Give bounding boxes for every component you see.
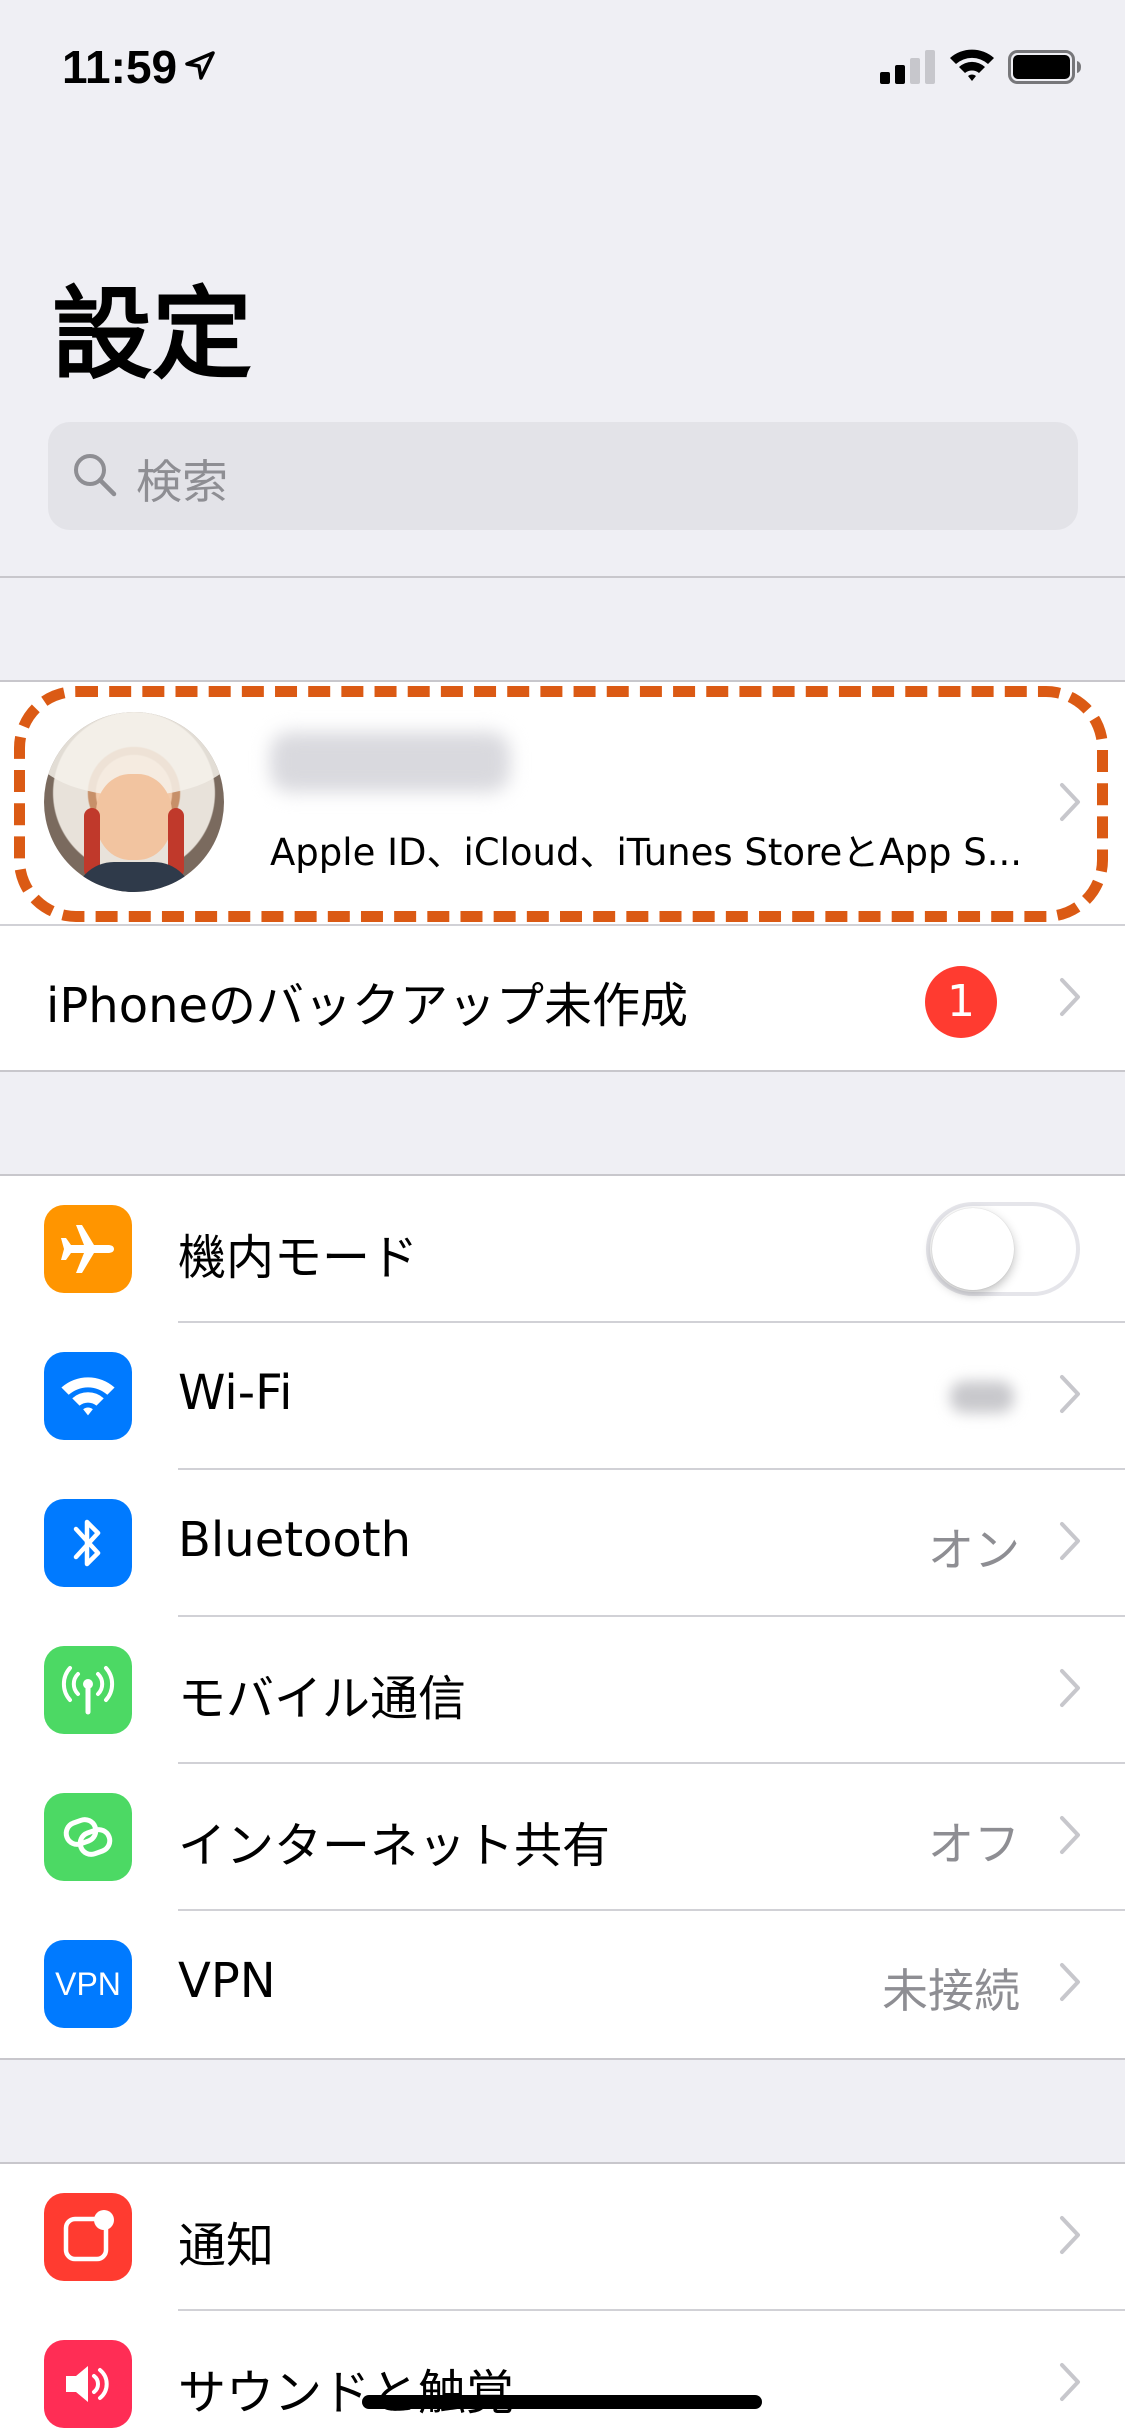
toggle-knob	[932, 1208, 1014, 1290]
backup-row[interactable]: iPhoneのバックアップ未作成 1	[0, 926, 1125, 1070]
battery-icon	[1008, 50, 1082, 88]
profile-subtitle: Apple ID、iCloud、iTunes StoreとApp S...	[270, 831, 1023, 874]
chevron-right-icon	[1059, 782, 1081, 826]
chevron-right-icon	[1059, 2215, 1081, 2259]
cellular-label: モバイル通信	[178, 1671, 467, 1727]
chevron-right-icon	[1059, 1668, 1081, 1712]
status-time: 11:59	[62, 41, 178, 93]
chevron-right-icon	[1059, 1962, 1081, 2006]
wifi-icon	[44, 1352, 132, 1440]
status-bar: 11:59	[0, 0, 1125, 140]
search-icon	[70, 450, 120, 504]
avatar	[44, 712, 224, 892]
divider	[0, 1070, 1125, 1072]
account-section: Apple ID、iCloud、iTunes StoreとApp S... iP…	[0, 682, 1125, 1070]
search-input[interactable]: 検索	[48, 422, 1078, 530]
chevron-right-icon	[1059, 1521, 1081, 1565]
divider	[0, 680, 1125, 682]
cellular-signal-icon	[880, 50, 936, 88]
vpn-icon-text: VPN	[55, 1965, 121, 2002]
profile-name-redacted	[270, 732, 510, 792]
speaker-icon	[44, 2340, 132, 2428]
bluetooth-icon	[44, 1499, 132, 1587]
airplane-icon	[44, 1205, 132, 1293]
chevron-right-icon	[1059, 1815, 1081, 1859]
cellular-row[interactable]: モバイル通信	[0, 1617, 1125, 1764]
notifications-icon	[44, 2193, 132, 2281]
divider	[0, 2058, 1125, 2060]
chevron-right-icon	[1059, 2362, 1081, 2406]
divider	[0, 576, 1125, 578]
vpn-label: VPN	[178, 1953, 276, 2009]
wifi-icon	[948, 46, 996, 88]
vpn-value: 未接続	[882, 1964, 1020, 2018]
wifi-network-redacted	[950, 1381, 1014, 1413]
location-arrow-icon	[184, 50, 216, 86]
airplane-mode-toggle[interactable]	[926, 1202, 1080, 1296]
chevron-right-icon	[1059, 1374, 1081, 1418]
vpn-row[interactable]: VPN VPN 未接続	[0, 1911, 1125, 2058]
connectivity-section: 機内モード Wi-Fi Bluetooth オン モバイル通信 インターネット共…	[0, 1176, 1125, 2058]
bluetooth-value: オン	[928, 1523, 1020, 1577]
hotspot-value: オフ	[928, 1817, 1020, 1871]
sounds-label: サウンドと触覚	[178, 2365, 515, 2421]
home-indicator[interactable]	[362, 2395, 762, 2409]
bluetooth-label: Bluetooth	[178, 1512, 412, 1568]
apple-id-row[interactable]: Apple ID、iCloud、iTunes StoreとApp S...	[0, 682, 1125, 924]
hotspot-row[interactable]: インターネット共有 オフ	[0, 1764, 1125, 1911]
bluetooth-row[interactable]: Bluetooth オン	[0, 1470, 1125, 1617]
search-placeholder: 検索	[136, 455, 228, 509]
backup-label: iPhoneのバックアップ未作成	[46, 978, 689, 1034]
hotspot-icon	[44, 1793, 132, 1881]
chevron-right-icon	[1059, 977, 1081, 1021]
vpn-icon: VPN	[44, 1940, 132, 2028]
notification-badge: 1	[925, 966, 997, 1038]
page-title: 設定	[52, 276, 252, 393]
hotspot-label: インターネット共有	[178, 1818, 611, 1874]
notifications-row[interactable]: 通知	[0, 2164, 1125, 2311]
wifi-label: Wi-Fi	[178, 1365, 293, 1421]
airplane-mode-row[interactable]: 機内モード	[0, 1176, 1125, 1323]
notifications-label: 通知	[178, 2218, 275, 2274]
cellular-antenna-icon	[44, 1646, 132, 1734]
sounds-row[interactable]: サウンドと触覚	[0, 2311, 1125, 2436]
wifi-row[interactable]: Wi-Fi	[0, 1323, 1125, 1470]
airplane-mode-label: 機内モード	[178, 1230, 419, 1286]
